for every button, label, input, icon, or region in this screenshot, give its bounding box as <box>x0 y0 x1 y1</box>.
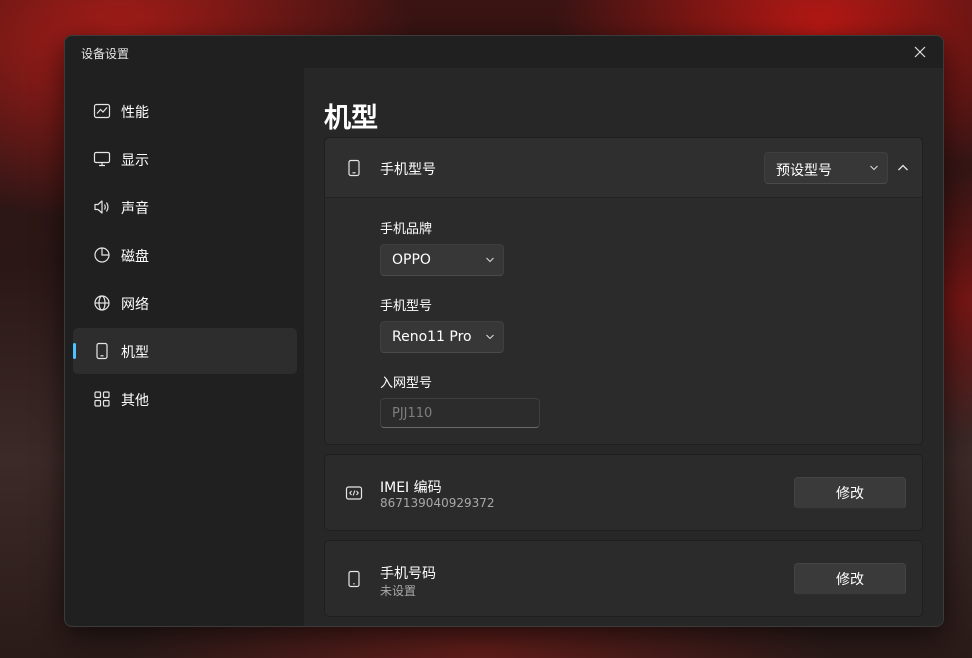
chart-line-icon <box>93 103 111 119</box>
imei-value: 867139040929372 <box>380 496 495 510</box>
code-icon <box>345 486 363 500</box>
title-bar: 设备设置 <box>65 36 943 68</box>
apps-grid-icon <box>94 391 110 407</box>
phone-icon <box>348 159 360 177</box>
monitor-icon <box>93 151 111 167</box>
close-icon <box>914 46 926 58</box>
sidebar-item-sound[interactable]: 声音 <box>73 184 297 230</box>
sidebar-item-label: 显示 <box>121 153 149 169</box>
sidebar-item-label: 磁盘 <box>121 249 149 265</box>
sidebar-item-label: 声音 <box>121 201 149 217</box>
chevron-up-icon <box>898 164 908 171</box>
model-dropdown[interactable]: Reno11 Pro <box>380 321 504 353</box>
sidebar-item-disk[interactable]: 磁盘 <box>73 232 297 278</box>
chevron-down-icon <box>870 165 878 171</box>
sidebar-item-label: 性能 <box>121 105 149 121</box>
model-label: 手机型号 <box>380 299 433 314</box>
pie-chart-icon <box>94 247 110 263</box>
active-indicator <box>73 343 76 359</box>
preset-model-dropdown[interactable]: 预设型号 <box>764 152 888 184</box>
sidebar-item-model[interactable]: 机型 <box>73 328 297 374</box>
collapse-button[interactable] <box>892 152 914 184</box>
model-card: 手机型号 预设型号 手机品牌 OPPO 手机型号 Reno11 Pro 入网型号… <box>324 137 923 445</box>
network-model-input[interactable] <box>380 398 540 428</box>
brand-dropdown[interactable]: OPPO <box>380 244 504 276</box>
speaker-icon <box>94 200 109 214</box>
sidebar-item-display[interactable]: 显示 <box>73 136 297 182</box>
phone-icon <box>348 570 360 588</box>
page-title: 机型 <box>324 103 378 134</box>
sidebar-item-other[interactable]: 其他 <box>73 376 297 422</box>
window-title: 设备设置 <box>81 47 130 61</box>
main-content: 机型 手机型号 预设型号 手机品牌 OPPO 手机型号 Reno11 Pro 入… <box>304 68 943 626</box>
edit-imei-button[interactable]: 修改 <box>794 477 906 509</box>
phone-number-label: 手机号码 <box>380 566 436 582</box>
brand-label: 手机品牌 <box>380 222 433 237</box>
network-model-label: 入网型号 <box>380 376 433 391</box>
sidebar: 性能 显示 声音 磁盘 网络 机型 其他 <box>65 68 305 626</box>
imei-card: IMEI 编码 867139040929372 修改 <box>324 454 923 531</box>
settings-window: 设备设置 性能 显示 声音 磁盘 网络 机型 其他 机型 手机型号 预设型号 手… <box>64 35 944 627</box>
chevron-down-icon <box>486 334 494 340</box>
model-card-header[interactable]: 手机型号 预设型号 <box>325 138 922 198</box>
sidebar-item-label: 其他 <box>121 393 149 409</box>
sidebar-item-network[interactable]: 网络 <box>73 280 297 326</box>
chevron-down-icon <box>486 257 494 263</box>
imei-label: IMEI 编码 <box>380 480 442 496</box>
phone-icon <box>96 342 108 360</box>
dropdown-value: Reno11 Pro <box>392 329 472 345</box>
phone-number-value: 未设置 <box>380 584 417 598</box>
sidebar-item-label: 机型 <box>121 345 149 361</box>
sidebar-item-label: 网络 <box>121 297 149 313</box>
edit-phone-number-button[interactable]: 修改 <box>794 563 906 595</box>
phone-number-card: 手机号码 未设置 修改 <box>324 540 923 617</box>
dropdown-value: 预设型号 <box>776 163 832 179</box>
sidebar-item-performance[interactable]: 性能 <box>73 88 297 134</box>
model-card-label: 手机型号 <box>380 162 436 178</box>
close-button[interactable] <box>897 36 943 68</box>
globe-icon <box>94 295 110 311</box>
dropdown-value: OPPO <box>392 252 431 268</box>
